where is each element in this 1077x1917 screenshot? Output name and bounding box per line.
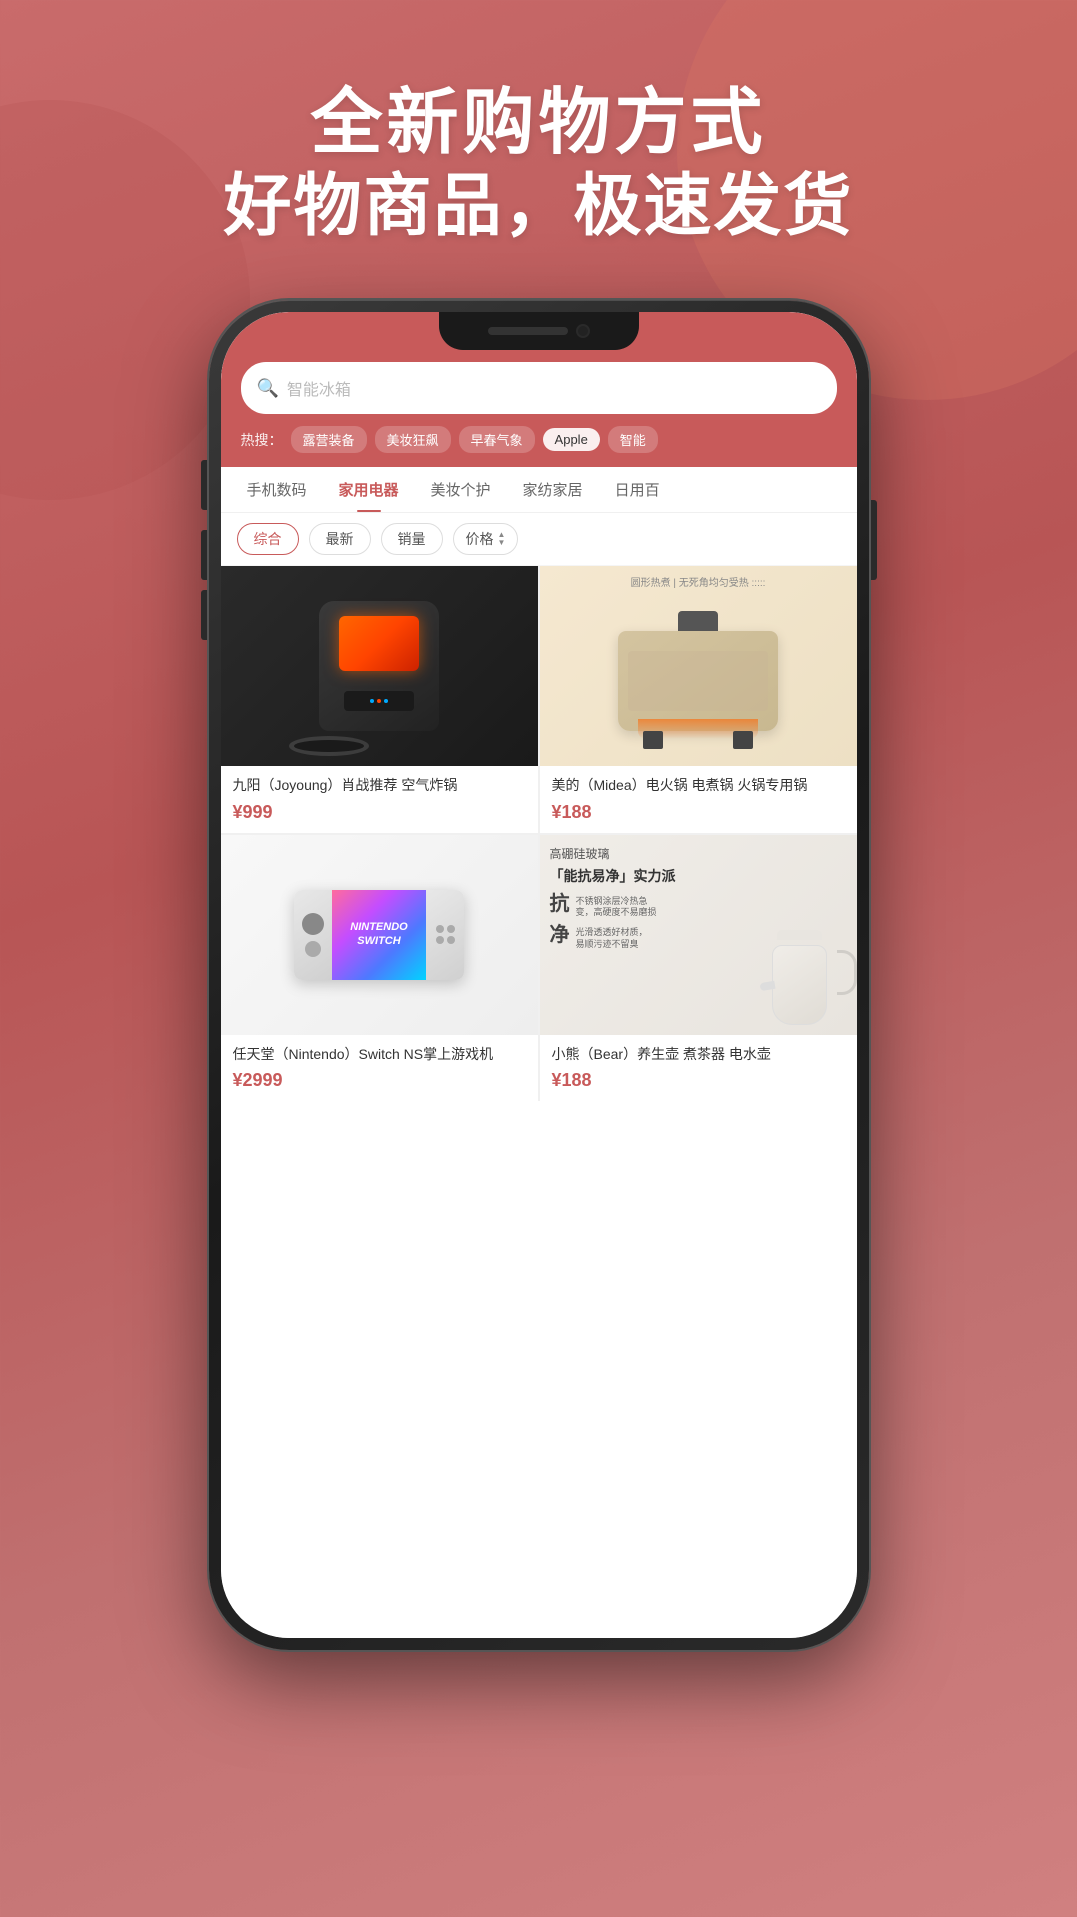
phone-mockup: 🔍 智能冰箱 + 热搜： 露营装备 美妆狂飙 早春气象 Apple 智能 <box>209 300 869 1650</box>
filter-bar: 综合 最新 销量 价格 ▲ ▼ <box>221 513 857 566</box>
price-sort-icon: ▲ ▼ <box>498 531 506 547</box>
product-card-airfryer[interactable]: 九阳（Joyoung）肖战推荐 空气炸锅 ¥999 <box>221 566 538 833</box>
hot-tag-4[interactable]: 智能 <box>608 426 658 453</box>
hot-search-label: 热搜： <box>241 430 283 450</box>
phone-notch <box>439 312 639 350</box>
hot-search-bar: 热搜： 露营装备 美妆狂飙 早春气象 Apple 智能 <box>241 426 837 453</box>
product-card-switch[interactable]: NINTENDOSWITCH <box>221 835 538 1102</box>
filter-price[interactable]: 价格 ▲ ▼ <box>453 523 519 555</box>
product-info-pan: 美的（Midea）电火锅 电煮锅 火锅专用锅 ¥188 <box>540 766 857 833</box>
product-title-switch: 任天堂（Nintendo）Switch NS掌上游戏机 <box>233 1045 526 1065</box>
hot-tag-1[interactable]: 美妆狂飙 <box>375 426 451 453</box>
header-text: 全新购物方式 好物商品，极速发货 <box>0 80 1077 248</box>
app-content: 🔍 智能冰箱 + 热搜： 露营装备 美妆狂飙 早春气象 Apple 智能 <box>221 312 857 1638</box>
product-title-pan: 美的（Midea）电火锅 电煮锅 火锅专用锅 <box>552 776 845 796</box>
kettle-slogan: 「能抗易净」实力派 <box>550 866 676 886</box>
notch-camera <box>576 324 590 338</box>
product-info-switch: 任天堂（Nintendo）Switch NS掌上游戏机 ¥2999 <box>221 1035 538 1102</box>
tab-daily[interactable]: 日用百 <box>599 467 676 512</box>
kettle-illustration <box>772 935 842 1025</box>
header-line2: 好物商品，极速发货 <box>0 166 1077 248</box>
product-card-pan[interactable]: 圆形热煮 | 无死角均匀受热 ::::: <box>540 566 857 833</box>
product-grid: 九阳（Joyoung）肖战推荐 空气炸锅 ¥999 圆形热煮 | 无死角均匀受热… <box>221 566 857 1101</box>
filter-sales[interactable]: 销量 <box>381 523 443 555</box>
search-add-button[interactable]: + <box>789 372 821 404</box>
search-bar[interactable]: 🔍 智能冰箱 + <box>241 362 837 414</box>
filter-newest[interactable]: 最新 <box>309 523 371 555</box>
phone-outer: 🔍 智能冰箱 + 热搜： 露营装备 美妆狂飙 早春气象 Apple 智能 <box>209 300 869 1650</box>
pan-label: 圆形热煮 | 无死角均匀受热 ::::: <box>540 574 857 589</box>
hot-tag-2[interactable]: 早春气象 <box>459 426 535 453</box>
product-price-switch: ¥2999 <box>233 1070 526 1091</box>
product-image-pan: 圆形热煮 | 无死角均匀受热 ::::: <box>540 566 857 766</box>
product-price-airfryer: ¥999 <box>233 802 526 823</box>
tab-home[interactable]: 家纺家居 <box>507 467 599 512</box>
tab-appliance[interactable]: 家用电器 <box>323 467 415 512</box>
product-image-airfryer <box>221 566 538 766</box>
hot-tag-apple[interactable]: Apple <box>543 428 600 451</box>
category-tabs: 手机数码 家用电器 美妆个护 家纺家居 日用百 <box>221 467 857 513</box>
notch-speaker <box>488 327 568 335</box>
product-price-pan: ¥188 <box>552 802 845 823</box>
filter-comprehensive[interactable]: 综合 <box>237 523 299 555</box>
product-info-airfryer: 九阳（Joyoung）肖战推荐 空气炸锅 ¥999 <box>221 766 538 833</box>
hot-tag-0[interactable]: 露营装备 <box>291 426 367 453</box>
tab-mobile[interactable]: 手机数码 <box>231 467 323 512</box>
tab-beauty[interactable]: 美妆个护 <box>415 467 507 512</box>
product-price-kettle: ¥188 <box>552 1070 845 1091</box>
product-info-kettle: 小熊（Bear）养生壶 煮茶器 电水壶 ¥188 <box>540 1035 857 1102</box>
phone-screen: 🔍 智能冰箱 + 热搜： 露营装备 美妆狂飙 早春气象 Apple 智能 <box>221 312 857 1638</box>
search-icon: 🔍 <box>257 378 279 399</box>
search-input[interactable]: 智能冰箱 <box>287 376 789 400</box>
header-line1: 全新购物方式 <box>0 80 1077 166</box>
product-card-kettle[interactable]: 高硼硅玻璃 「能抗易净」实力派 抗 不锈钢涂层冷热急变，高硬度不易磨损 <box>540 835 857 1102</box>
product-image-kettle: 高硼硅玻璃 「能抗易净」实力派 抗 不锈钢涂层冷热急变，高硬度不易磨损 <box>540 835 857 1035</box>
product-image-switch: NINTENDOSWITCH <box>221 835 538 1035</box>
product-title-kettle: 小熊（Bear）养生壶 煮茶器 电水壶 <box>552 1045 845 1065</box>
product-title-airfryer: 九阳（Joyoung）肖战推荐 空气炸锅 <box>233 776 526 796</box>
kettle-badge: 高硼硅玻璃 <box>550 845 676 862</box>
